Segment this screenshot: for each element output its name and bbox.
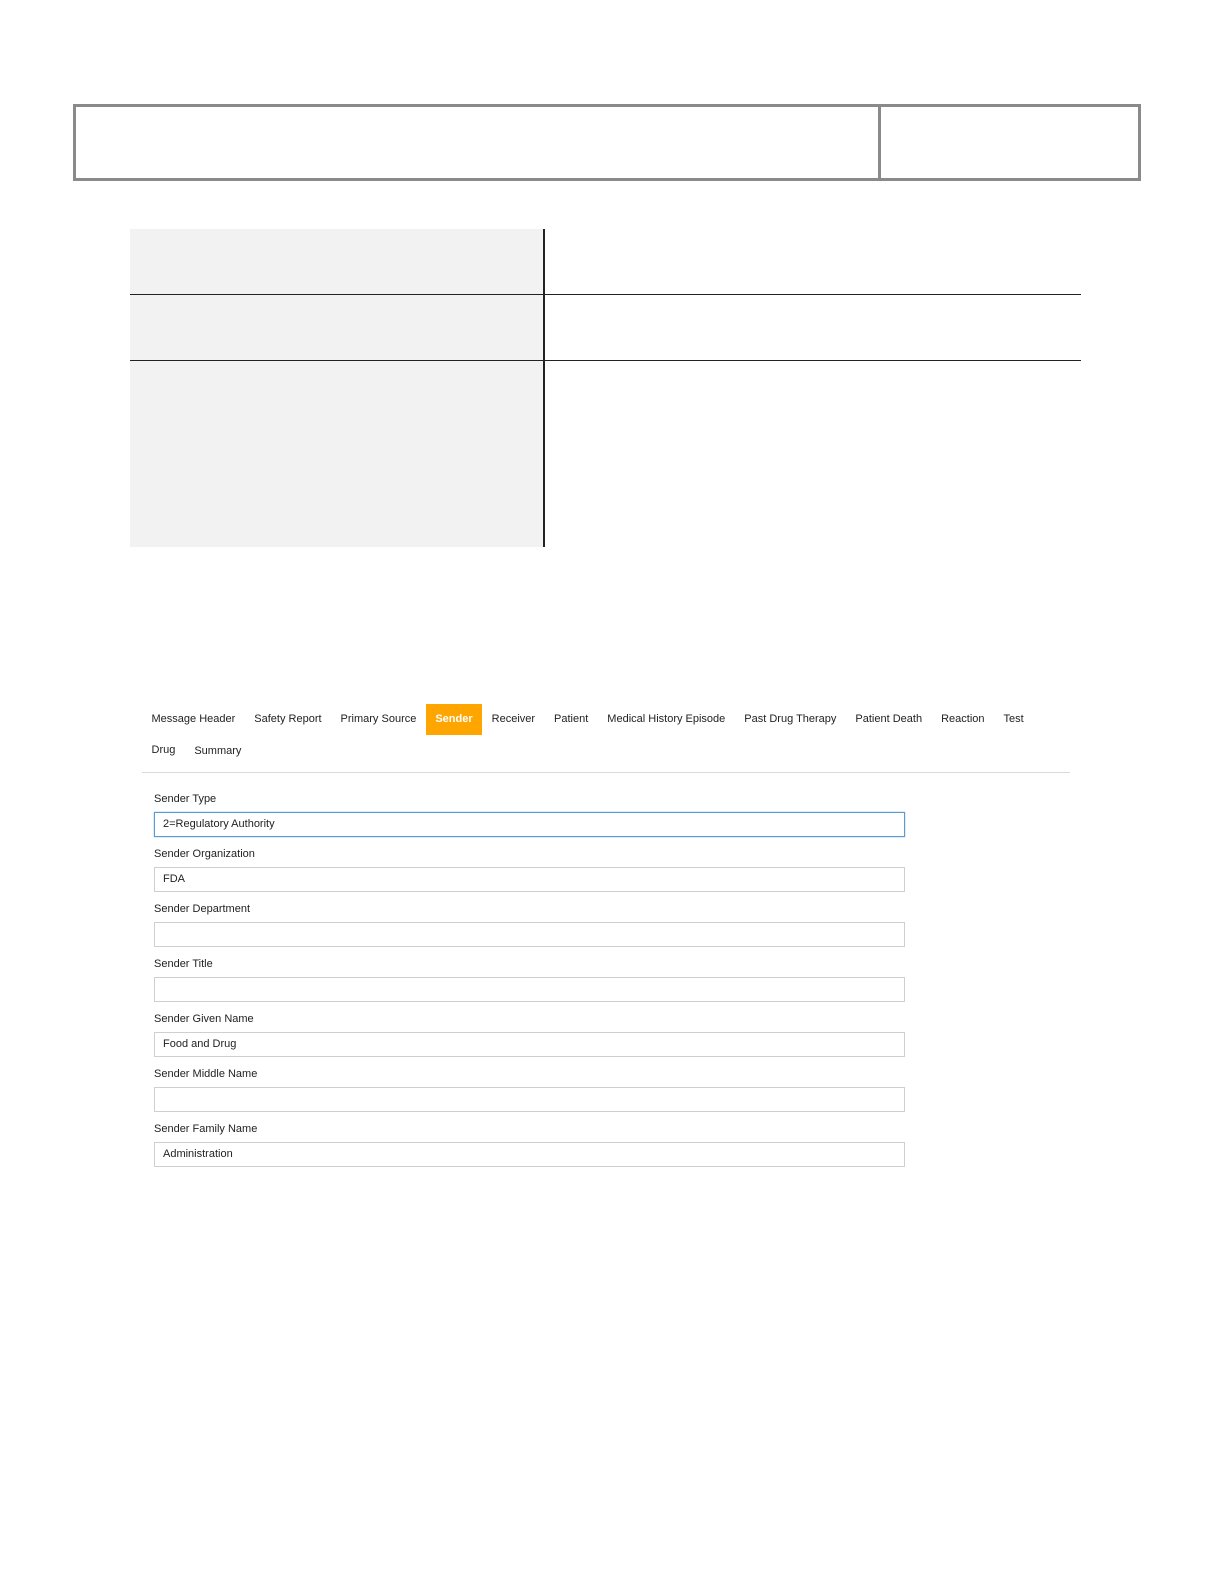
info-value-cell: [545, 295, 1081, 360]
tab-bar: Message Header Safety Report Primary Sou…: [142, 704, 1070, 773]
info-row: [130, 361, 1081, 547]
sender-organization-input[interactable]: FDA: [154, 867, 905, 892]
sender-given-name-input[interactable]: Food and Drug: [154, 1032, 905, 1057]
sender-title-field: Sender Title: [154, 958, 1070, 1002]
sender-type-field: Sender Type 2=Regulatory Authority: [154, 793, 1070, 837]
tab-primary-source[interactable]: Primary Source: [331, 704, 426, 735]
sender-department-field: Sender Department: [154, 903, 1070, 947]
sender-given-name-label: Sender Given Name: [154, 1013, 254, 1025]
info-value-cell: [545, 361, 1081, 547]
tab-patient-death[interactable]: Patient Death: [846, 704, 932, 735]
tab-receiver[interactable]: Receiver: [482, 704, 544, 735]
info-label-cell: [130, 295, 545, 360]
tab-test[interactable]: Test: [994, 704, 1033, 735]
header-title-cell: [76, 107, 878, 178]
sender-given-name-field: Sender Given Name Food and Drug: [154, 1013, 1070, 1057]
info-row: [130, 229, 1081, 295]
sender-family-name-label: Sender Family Name: [154, 1123, 258, 1135]
sender-type-input[interactable]: 2=Regulatory Authority: [154, 812, 905, 837]
info-label-cell: [130, 229, 545, 294]
info-row: [130, 295, 1081, 361]
header-side-cell: [878, 107, 1138, 178]
info-table: [130, 229, 1081, 547]
tab-past-drug-therapy[interactable]: Past Drug Therapy: [735, 704, 846, 735]
tab-sender[interactable]: Sender: [425, 704, 483, 735]
sender-middle-name-input[interactable]: [154, 1087, 905, 1112]
tab-medical-history-episode[interactable]: Medical History Episode: [598, 704, 735, 735]
info-value-cell: [545, 229, 1081, 294]
sender-form: Sender Type 2=Regulatory Authority Sende…: [142, 773, 1070, 1167]
sender-middle-name-label: Sender Middle Name: [154, 1068, 258, 1080]
sender-title-label: Sender Title: [154, 958, 213, 970]
tab-patient[interactable]: Patient: [545, 704, 598, 735]
sender-type-label: Sender Type: [154, 793, 217, 805]
tab-message-header[interactable]: Message Header: [142, 704, 245, 735]
tab-reaction[interactable]: Reaction: [932, 704, 994, 735]
sender-organization-label: Sender Organization: [154, 848, 255, 860]
tab-safety-report[interactable]: Safety Report: [245, 704, 331, 735]
tab-drug[interactable]: Drug: [142, 735, 185, 766]
sender-family-name-input[interactable]: Administration: [154, 1142, 905, 1167]
sender-form-panel: Message Header Safety Report Primary Sou…: [142, 704, 1070, 1178]
sender-organization-field: Sender Organization FDA: [154, 848, 1070, 892]
sender-department-input[interactable]: [154, 922, 905, 947]
document-header-box: [73, 104, 1141, 181]
tab-summary[interactable]: Summary: [185, 739, 251, 763]
sender-middle-name-field: Sender Middle Name: [154, 1068, 1070, 1112]
info-label-cell: [130, 361, 545, 547]
sender-department-label: Sender Department: [154, 903, 250, 915]
sender-title-input[interactable]: [154, 977, 905, 1002]
sender-family-name-field: Sender Family Name Administration: [154, 1123, 1070, 1167]
